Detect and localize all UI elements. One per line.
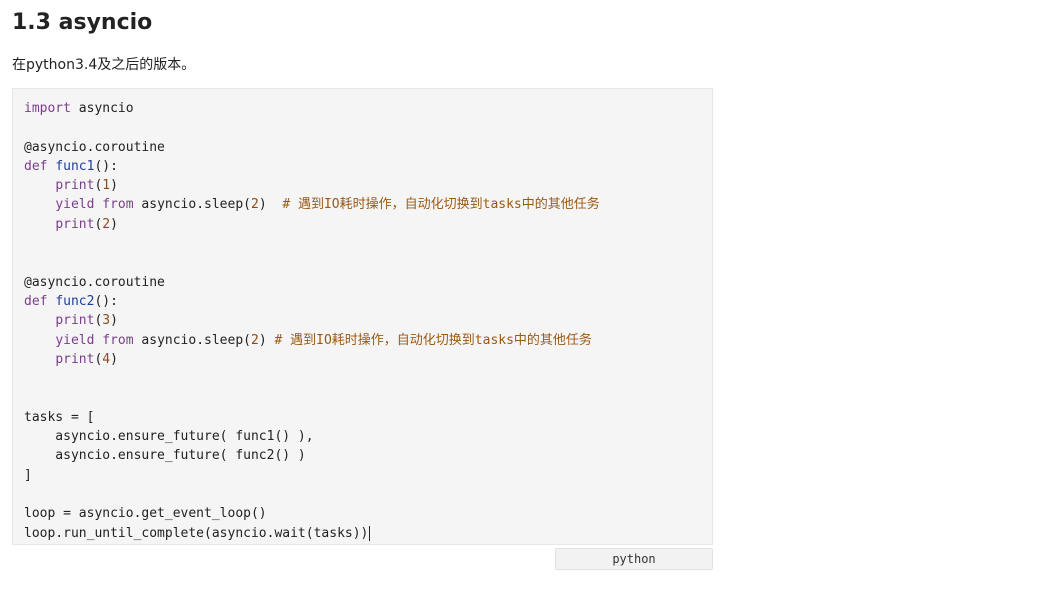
code-token: print bbox=[55, 351, 95, 367]
code-token: (): bbox=[94, 158, 118, 174]
code-line: ] bbox=[24, 466, 600, 485]
code-token: print bbox=[55, 216, 95, 232]
code-block[interactable]: import asyncio @asyncio.coroutine def fun… bbox=[12, 88, 713, 545]
code-token: @asyncio.coroutine bbox=[24, 139, 165, 155]
code-token: def bbox=[24, 158, 48, 174]
code-token: loop = asyncio.get_event_loop() bbox=[24, 506, 267, 522]
code-line: @asyncio.coroutine bbox=[24, 273, 600, 292]
code-line: loop = asyncio.get_event_loop() bbox=[24, 504, 600, 523]
code-token: yield bbox=[55, 332, 95, 348]
code-token: ] bbox=[24, 467, 32, 483]
page: 1.3 asyncio 在python3.4及之后的版本。 import asy… bbox=[0, 0, 1060, 596]
code-token: ) bbox=[110, 216, 118, 232]
code-token: yield bbox=[55, 197, 95, 213]
code-token: loop.run_until_complete(asyncio.wait(tas… bbox=[24, 525, 369, 541]
code-line: asyncio.ensure_future( func2() ) bbox=[24, 446, 600, 465]
code-token: # 遇到IO耗时操作，自动化切换到tasks中的其他任务 bbox=[282, 197, 600, 213]
code-token: (): bbox=[94, 293, 118, 309]
code-token: def bbox=[24, 293, 48, 309]
code-token: asyncio.ensure_future( func1() ), bbox=[24, 429, 314, 445]
code-token: import bbox=[24, 101, 71, 116]
code-token: ) bbox=[110, 351, 118, 367]
code-token: ) bbox=[110, 178, 118, 194]
code-line: @asyncio.coroutine bbox=[24, 138, 600, 157]
code-token: ) bbox=[258, 197, 283, 213]
code-token: # 遇到IO耗时操作，自动化切换到tasks中的其他任务 bbox=[274, 332, 592, 348]
intro-text: 在python3.4及之后的版本。 bbox=[12, 57, 196, 73]
code-token: print bbox=[55, 178, 95, 194]
code-line: print(2) bbox=[24, 215, 600, 234]
code-line: yield from asyncio.sleep(2) # 遇到IO耗时操作，自… bbox=[24, 195, 600, 214]
language-label[interactable]: python bbox=[555, 548, 713, 570]
code-line: def func1(): bbox=[24, 157, 600, 176]
code-token: asyncio.sleep( bbox=[133, 197, 251, 213]
code-token: 3 bbox=[102, 313, 111, 329]
code-token: 2 bbox=[251, 332, 259, 348]
code-line: asyncio.ensure_future( func1() ), bbox=[24, 427, 600, 446]
code-token: ) bbox=[258, 332, 275, 348]
code-token: asyncio.sleep( bbox=[133, 332, 251, 348]
code-line: import asyncio bbox=[24, 99, 600, 118]
code-token: asyncio.ensure_future( func2() ) bbox=[24, 448, 306, 464]
code-line: def func2(): bbox=[24, 292, 600, 311]
code-line: print(3) bbox=[24, 311, 600, 330]
code-line: print(4) bbox=[24, 350, 600, 369]
section-heading: 1.3 asyncio bbox=[12, 10, 153, 35]
code-token: asyncio bbox=[70, 101, 134, 116]
code-token: 4 bbox=[102, 351, 111, 367]
code-token: print bbox=[55, 313, 95, 329]
code-line: loop.run_until_complete(asyncio.wait(tas… bbox=[24, 524, 600, 543]
code-token: ) bbox=[110, 313, 118, 329]
code-line: yield from asyncio.sleep(2) # 遇到IO耗时操作，自… bbox=[24, 331, 600, 350]
code-line: print(1) bbox=[24, 176, 600, 195]
code-token: func1 bbox=[55, 158, 95, 174]
code-token: 2 bbox=[102, 216, 111, 232]
code-token: @asyncio.coroutine bbox=[24, 274, 165, 290]
code-token: from bbox=[102, 197, 134, 213]
code-token: tasks = [ bbox=[24, 409, 95, 425]
code-lines: import asyncio @asyncio.coroutine def fun… bbox=[24, 99, 600, 543]
text-caret bbox=[369, 525, 371, 541]
code-token: 1 bbox=[102, 178, 111, 194]
code-token: func2 bbox=[55, 293, 95, 309]
code-token: 2 bbox=[251, 197, 259, 213]
code-token: from bbox=[102, 332, 134, 348]
code-line: tasks = [ bbox=[24, 408, 600, 427]
